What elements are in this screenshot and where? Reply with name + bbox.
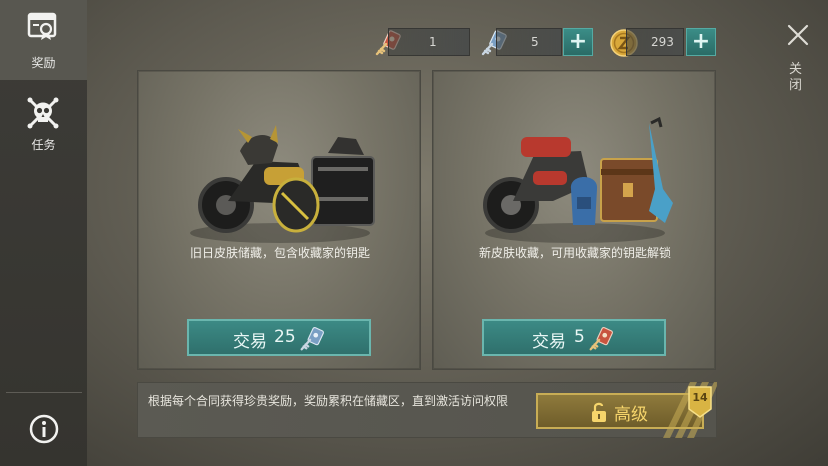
sidebar-item-label: 任务 <box>31 138 56 152</box>
advanced-label: 高级 <box>614 405 648 425</box>
blue-key-count: 5 <box>531 35 539 49</box>
trade-cost: 5 <box>574 327 585 347</box>
red-motorcycle-art <box>483 116 673 243</box>
skull-crossbones-icon <box>27 97 59 129</box>
dark-motorcycle-art <box>190 125 375 243</box>
sidebar-item-tasks[interactable]: 任务 <box>0 88 87 158</box>
sidebar-divider <box>6 392 82 393</box>
sidebar-item-label: 奖励 <box>31 56 56 70</box>
info-text: 根据每个合同获得珍贵奖励，奖励累积在储藏区，直到激活访问权限 <box>148 394 509 408</box>
add-coins-button[interactable]: + <box>686 28 716 56</box>
trade-cost: 25 <box>274 327 296 347</box>
close-icon[interactable] <box>786 23 810 47</box>
badge-level: 14 <box>692 391 708 404</box>
level-badge: 14 <box>686 385 714 419</box>
blue-key-counter: 5 <box>496 28 562 56</box>
info-icon[interactable] <box>28 413 60 445</box>
unlock-icon <box>592 402 606 422</box>
add-blue-key-button[interactable]: + <box>563 28 593 56</box>
plus-icon: + <box>691 29 711 54</box>
red-key-counter: 1 <box>388 28 470 56</box>
info-bar: 根据每个合同获得珍贵奖励，奖励累积在储藏区，直到激活访问权限 高级 <box>137 382 717 438</box>
sidebar-item-rewards[interactable]: 奖励 <box>0 0 87 80</box>
trade-button[interactable]: 交易 25 <box>187 319 371 356</box>
coin-counter: 293 <box>626 28 684 56</box>
reward-card-new-skins: 新皮肤收藏，可用收藏家的钥匙解锁 交易 5 <box>432 70 716 370</box>
coin-count: 293 <box>651 35 674 49</box>
reward-card-old-skins: 旧日皮肤储藏，包含收藏家的钥匙 交易 25 <box>137 70 421 370</box>
card-description: 新皮肤收藏，可用收藏家的钥匙解锁 <box>478 246 671 260</box>
close-label[interactable]: 关闭 <box>789 62 805 94</box>
trade-label: 交易 <box>233 332 267 352</box>
plus-icon: + <box>568 29 588 54</box>
reward-card-icon <box>27 12 57 40</box>
red-key-icon <box>589 327 613 351</box>
trade-label: 交易 <box>532 332 566 352</box>
trade-button[interactable]: 交易 5 <box>482 319 666 356</box>
sidebar: 奖励 任务 <box>0 0 87 466</box>
red-key-count: 1 <box>429 35 437 49</box>
card-description: 旧日皮肤储藏，包含收藏家的钥匙 <box>189 246 370 260</box>
blue-key-icon <box>300 327 324 351</box>
